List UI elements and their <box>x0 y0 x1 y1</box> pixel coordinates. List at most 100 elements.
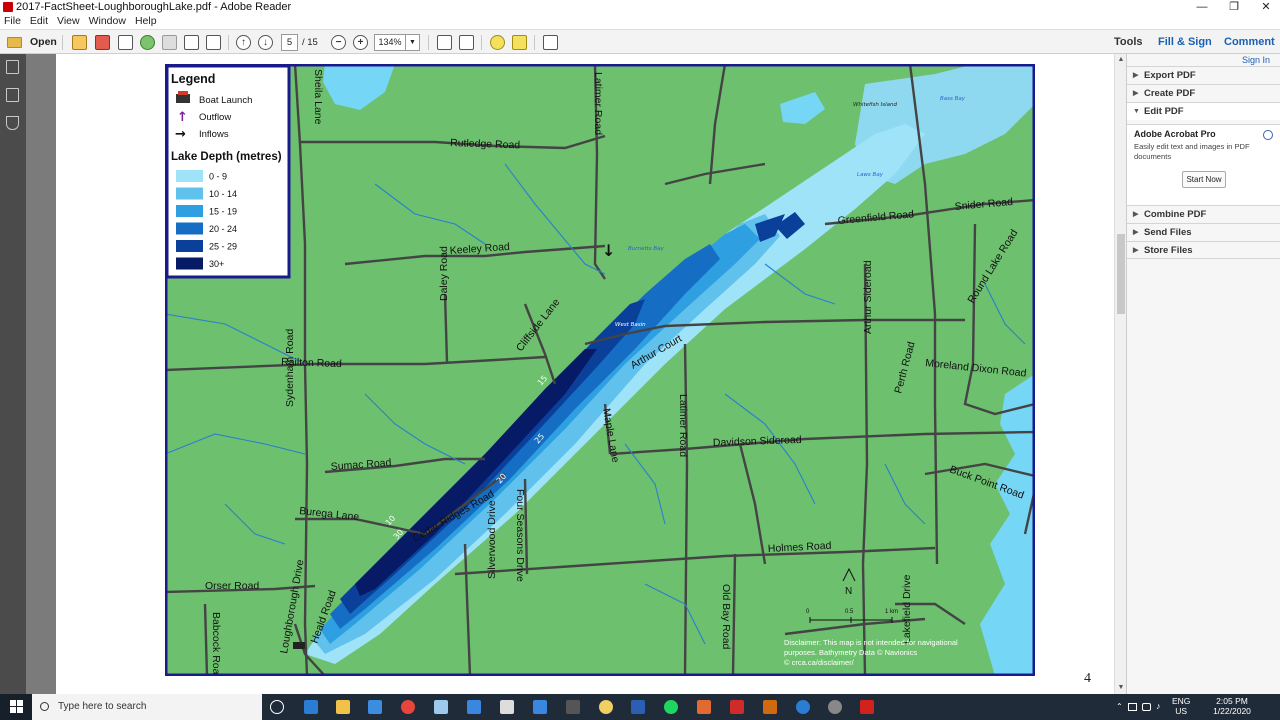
store-icon[interactable] <box>368 700 382 714</box>
app-icon[interactable] <box>763 700 777 714</box>
email-icon[interactable] <box>206 35 221 50</box>
send-files-section[interactable]: ▶ Send Files <box>1127 223 1280 241</box>
scrollbar-thumb[interactable] <box>1117 234 1125 314</box>
cortana-icon[interactable] <box>270 700 284 714</box>
section-label: Create PDF <box>1144 88 1196 99</box>
taskbar-search-box[interactable]: Type here to search <box>32 694 262 720</box>
boat-launch-icon <box>293 642 305 649</box>
edit-pdf-section[interactable]: ▼ Edit PDF <box>1127 102 1280 120</box>
app-icon[interactable] <box>566 700 580 714</box>
fit-page-icon[interactable] <box>437 35 452 50</box>
chevron-right-icon: ▶ <box>1133 229 1139 236</box>
water-label: West Basin <box>615 322 646 328</box>
print-icon[interactable] <box>184 35 199 50</box>
minimize-button[interactable]: — <box>1186 0 1218 14</box>
start-button[interactable] <box>0 694 32 720</box>
toolbar-divider <box>428 35 429 50</box>
onedrive-icon[interactable] <box>1142 703 1151 711</box>
depth-swatch <box>176 170 203 182</box>
vertical-scrollbar[interactable]: ▲ ▼ <box>1114 54 1126 694</box>
language-indicator[interactable]: ENG US <box>1172 696 1190 716</box>
clock[interactable]: 2:05 PM 1/22/2020 <box>1206 696 1258 716</box>
section-label: Export PDF <box>1144 70 1196 81</box>
road-label: Latimer Road <box>592 72 604 135</box>
fill-sign-tab[interactable]: Fill & Sign <box>1158 34 1212 51</box>
road-label: Daley Road <box>438 246 450 301</box>
combine-pdf-section[interactable]: ▶ Combine PDF <box>1127 205 1280 223</box>
highlight-icon[interactable] <box>512 35 527 50</box>
weather-icon[interactable] <box>599 700 613 714</box>
volume-icon[interactable]: ♪ <box>1156 701 1161 711</box>
fit-width-icon[interactable] <box>459 35 474 50</box>
word-icon[interactable] <box>631 700 645 714</box>
kobo-icon[interactable] <box>730 700 744 714</box>
depth-class-label: 0 - 9 <box>209 172 227 182</box>
zoom-in-button[interactable]: + <box>353 35 368 50</box>
expand-icon[interactable] <box>543 35 558 50</box>
save-icon[interactable] <box>162 35 177 50</box>
zoom-out-button[interactable]: − <box>331 35 346 50</box>
disclaimer-line: Disclaimer: This map is not intended for… <box>784 638 958 647</box>
menu-window[interactable]: Window <box>89 14 126 29</box>
sign-in-link[interactable]: Sign In <box>1242 55 1270 65</box>
open-label: Open <box>30 36 57 48</box>
road-label: Old Bay Road <box>720 584 732 650</box>
network-icon[interactable] <box>1128 703 1137 711</box>
pdf-page: 15 25 20 30 10 Burnetts Bay West Basin L… <box>56 54 1140 694</box>
export-pdf-section[interactable]: ▶ Export PDF <box>1127 66 1280 84</box>
create-pdf-icon[interactable] <box>72 35 87 50</box>
bookmarks-icon[interactable] <box>6 88 19 102</box>
lake-depth-map: 15 25 20 30 10 Burnetts Bay West Basin L… <box>165 64 1035 676</box>
page-number-input[interactable]: 5 <box>281 34 298 51</box>
tools-tab[interactable]: Tools <box>1114 34 1143 51</box>
export-pdf-icon[interactable] <box>95 35 110 50</box>
windows-icon-part <box>17 707 23 713</box>
open-button[interactable]: Open <box>4 34 57 51</box>
toolbar-divider <box>62 35 63 50</box>
chevron-down-icon: ▼ <box>1133 108 1140 115</box>
clock-time: 2:05 PM <box>1216 696 1248 706</box>
dropbox-icon[interactable] <box>467 700 481 714</box>
folder-icon <box>7 37 22 48</box>
document-area: 15 25 20 30 10 Burnetts Bay West Basin L… <box>26 54 1140 694</box>
comment-tab[interactable]: Comment <box>1224 34 1275 51</box>
comment-icon[interactable] <box>490 35 505 50</box>
spotify-icon[interactable] <box>664 700 678 714</box>
menu-edit[interactable]: Edit <box>30 14 48 29</box>
arrow-right-icon: → <box>175 127 186 142</box>
water-label: Whitefish Island <box>853 102 898 108</box>
adobe-reader-taskbar-icon[interactable] <box>860 700 874 714</box>
upload-cloud-icon[interactable] <box>140 35 155 50</box>
menu-file[interactable]: File <box>4 14 21 29</box>
file-explorer-icon[interactable] <box>336 700 350 714</box>
mail-icon[interactable] <box>500 700 514 714</box>
previous-page-button[interactable]: ↑ <box>236 35 251 50</box>
road-label: Sydenham Road <box>284 329 296 407</box>
close-button[interactable]: ✕ <box>1250 0 1280 14</box>
restore-button[interactable]: ❐ <box>1218 0 1250 14</box>
water-label: Burnetts Bay <box>628 246 664 252</box>
menu-help[interactable]: Help <box>135 14 157 29</box>
chevron-up-icon[interactable]: ⌃ <box>1116 702 1123 711</box>
app-icon[interactable] <box>434 700 448 714</box>
store-files-section[interactable]: ▶ Store Files <box>1127 241 1280 259</box>
menu-view[interactable]: View <box>57 14 80 29</box>
app-icon[interactable] <box>796 700 810 714</box>
app-icon[interactable] <box>828 700 842 714</box>
calendar-icon[interactable] <box>533 700 547 714</box>
edit-pdf-icon[interactable] <box>118 35 133 50</box>
windows-icon <box>10 700 16 706</box>
zoom-input[interactable]: 134% <box>374 34 406 51</box>
boat-launch-icon <box>176 94 190 103</box>
create-pdf-section[interactable]: ▶ Create PDF <box>1127 84 1280 102</box>
section-label: Store Files <box>1144 245 1193 256</box>
boat-launch-icon-top <box>178 91 188 95</box>
edge-icon[interactable] <box>304 700 318 714</box>
start-now-button[interactable]: Start Now <box>1182 171 1226 188</box>
next-page-button[interactable]: ↓ <box>258 35 273 50</box>
chrome-icon[interactable] <box>401 700 415 714</box>
pages-icon[interactable] <box>6 60 19 74</box>
media-icon[interactable] <box>697 700 711 714</box>
zoom-dropdown-icon[interactable]: ▼ <box>406 34 420 51</box>
attachments-icon[interactable] <box>6 116 19 130</box>
